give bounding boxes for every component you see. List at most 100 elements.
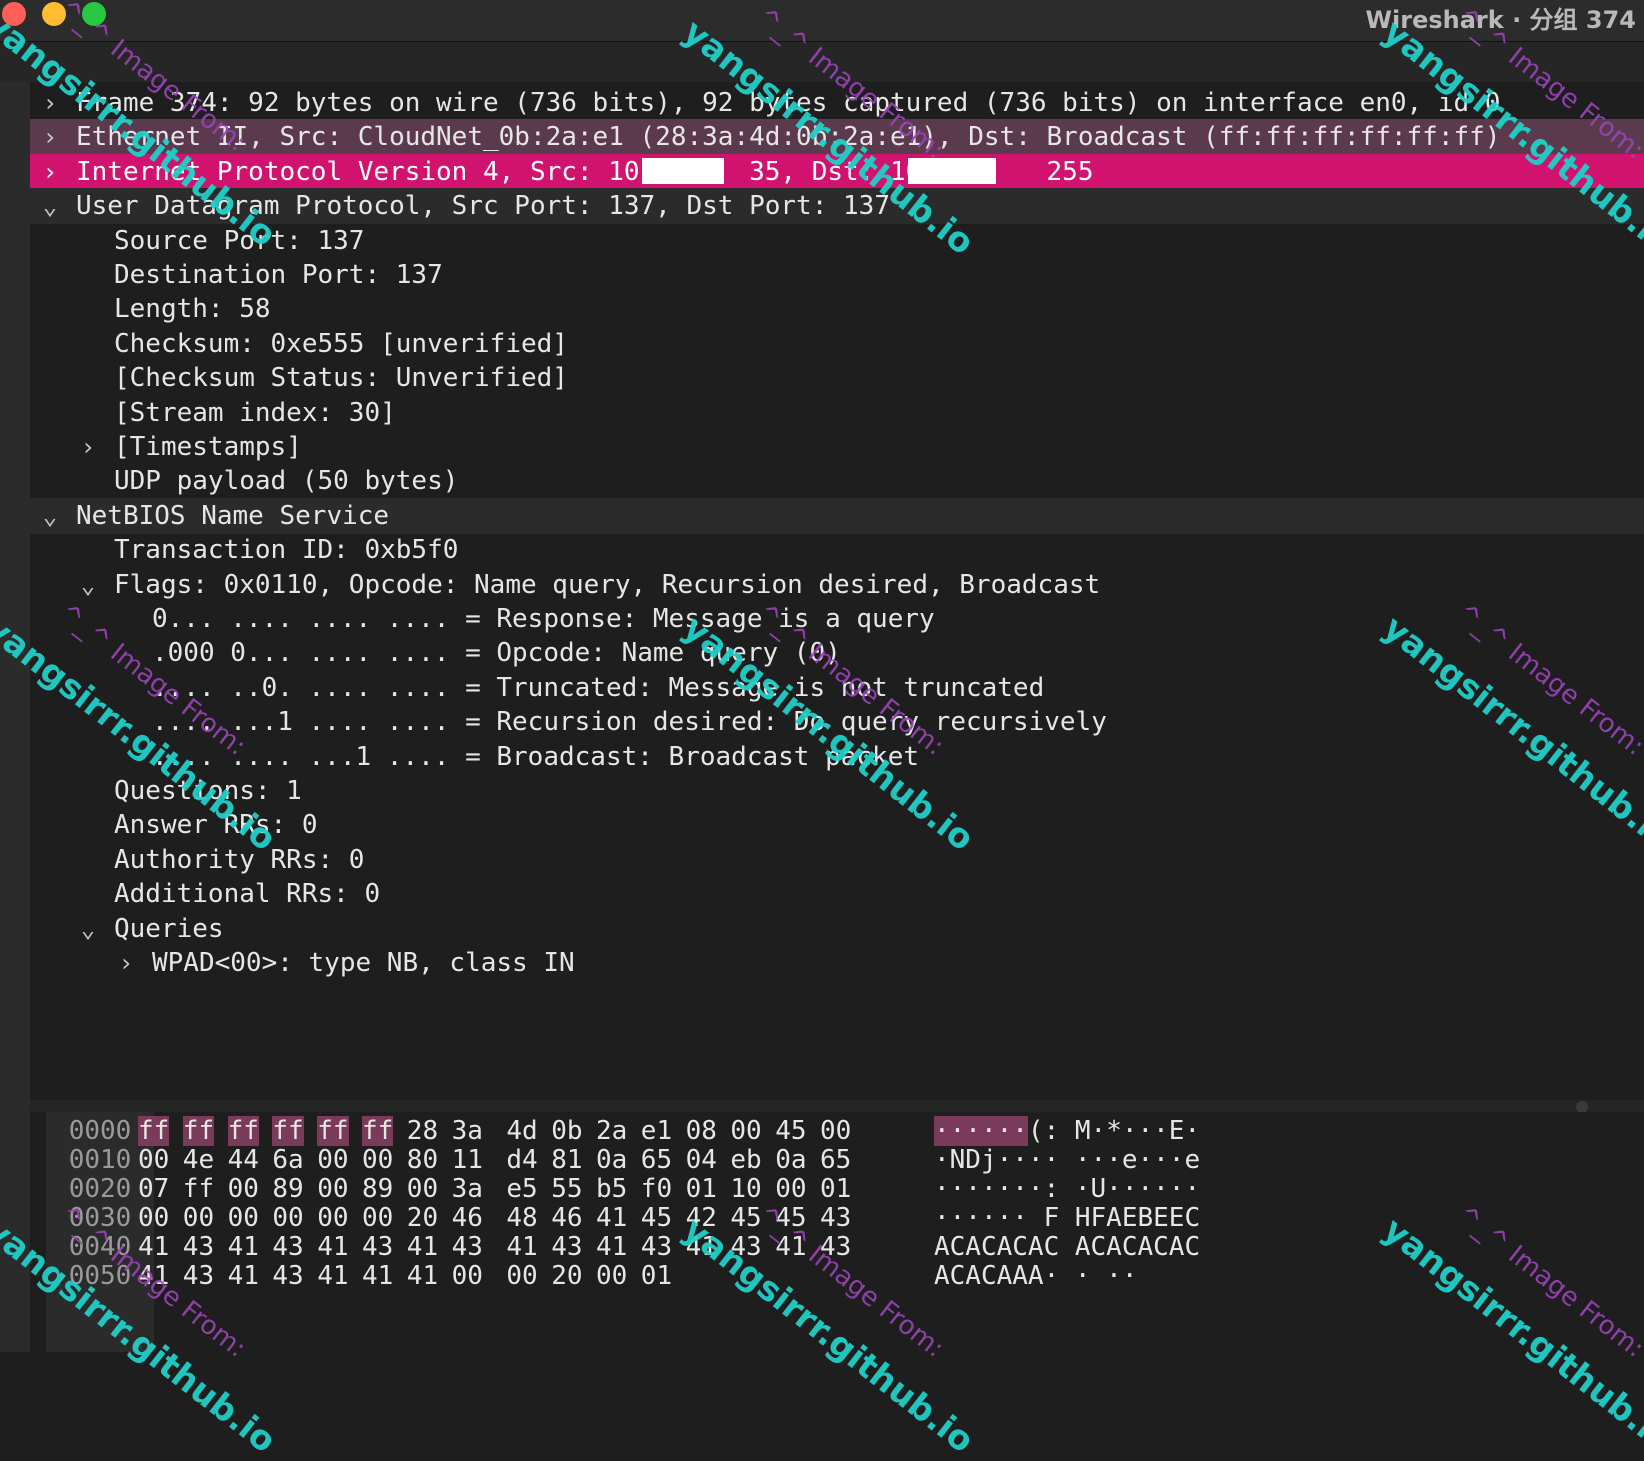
- hex-byte[interactable]: ff: [183, 1174, 214, 1204]
- tree-row[interactable]: Questions: 1: [30, 773, 1644, 809]
- tree-row[interactable]: › Frame 374: 92 bytes on wire (736 bits),…: [30, 85, 1644, 121]
- hex-byte[interactable]: 00: [317, 1145, 348, 1175]
- hex-byte[interactable]: 89: [362, 1174, 393, 1204]
- hex-byte[interactable]: d4: [506, 1145, 537, 1175]
- tree-row[interactable]: › WPAD<00>: type NB, class IN: [30, 945, 1644, 981]
- tree-row[interactable]: ⌄ Flags: 0x0110, Opcode: Name query, Recu…: [30, 567, 1644, 603]
- hex-byte[interactable]: 00: [228, 1203, 259, 1233]
- hex-byte[interactable]: 10: [730, 1174, 761, 1204]
- tree-row[interactable]: Length: 58: [30, 291, 1644, 327]
- hex-byte[interactable]: 00: [138, 1203, 169, 1233]
- hex-ascii[interactable]: ACACACAC ACACACAC: [934, 1232, 1200, 1262]
- hex-byte[interactable]: 00: [730, 1116, 761, 1146]
- hex-byte[interactable]: 41: [775, 1232, 806, 1262]
- close-window-button[interactable]: [2, 2, 26, 26]
- hex-byte[interactable]: e1: [641, 1116, 672, 1146]
- hex-byte[interactable]: eb: [730, 1145, 761, 1175]
- hex-byte[interactable]: 0a: [596, 1145, 627, 1175]
- hex-byte[interactable]: 43: [183, 1261, 214, 1291]
- hex-byte[interactable]: 00: [362, 1145, 393, 1175]
- hex-byte[interactable]: 45: [641, 1203, 672, 1233]
- hex-byte[interactable]: 43: [272, 1261, 303, 1291]
- hex-byte[interactable]: 43: [183, 1232, 214, 1262]
- hex-byte[interactable]: 11: [452, 1145, 483, 1175]
- hex-ascii[interactable]: ·NDj···· ···e···e: [934, 1145, 1200, 1175]
- hex-byte[interactable]: 01: [641, 1261, 672, 1291]
- hex-byte[interactable]: 00: [775, 1174, 806, 1204]
- hex-byte[interactable]: 89: [272, 1174, 303, 1204]
- tree-row[interactable]: ⌄ User Datagram Protocol, Src Port: 137, …: [30, 188, 1644, 225]
- hex-byte[interactable]: 00: [506, 1261, 537, 1291]
- hex-byte[interactable]: 00: [183, 1203, 214, 1233]
- expand-chevron-icon[interactable]: ›: [112, 945, 140, 981]
- hex-byte[interactable]: 00: [317, 1174, 348, 1204]
- tree-row[interactable]: › Ethernet II, Src: CloudNet_0b:2a:e1 (28…: [30, 119, 1644, 156]
- zoom-window-button[interactable]: [82, 2, 106, 26]
- hex-byte[interactable]: 0a: [775, 1145, 806, 1175]
- tree-row[interactable]: UDP payload (50 bytes): [30, 463, 1644, 499]
- hex-byte[interactable]: 80: [407, 1145, 438, 1175]
- hex-byte[interactable]: 45: [775, 1203, 806, 1233]
- hex-byte[interactable]: 41: [317, 1232, 348, 1262]
- hex-byte[interactable]: 08: [686, 1116, 717, 1146]
- hex-byte[interactable]: 28: [407, 1116, 438, 1146]
- hex-byte[interactable]: 20: [551, 1261, 582, 1291]
- hex-byte[interactable]: 46: [551, 1203, 582, 1233]
- packet-bytes-pane[interactable]: 0000 ff ff ff ff ff ff 28 3a 4d 0b 2a e1 08 00 45 00 ····…: [30, 1112, 1644, 1352]
- hex-byte[interactable]: 81: [551, 1145, 582, 1175]
- expand-chevron-icon[interactable]: ›: [36, 154, 64, 190]
- hex-byte[interactable]: 65: [820, 1145, 851, 1175]
- hex-byte[interactable]: 00: [138, 1145, 169, 1175]
- hex-byte[interactable]: 41: [138, 1261, 169, 1291]
- hex-byte[interactable]: 43: [272, 1232, 303, 1262]
- hex-byte[interactable]: 07: [138, 1174, 169, 1204]
- collapse-chevron-icon[interactable]: ⌄: [74, 911, 102, 947]
- hex-byte[interactable]: 20: [407, 1203, 438, 1233]
- tree-row[interactable]: Destination Port: 137: [30, 257, 1644, 293]
- hex-byte[interactable]: 01: [686, 1174, 717, 1204]
- hex-byte[interactable]: 00: [407, 1174, 438, 1204]
- hex-byte[interactable]: ff: [272, 1116, 304, 1146]
- tree-row[interactable]: Checksum: 0xe555 [unverified]: [30, 326, 1644, 362]
- hex-byte[interactable]: 41: [138, 1232, 169, 1262]
- hex-byte[interactable]: 43: [362, 1232, 393, 1262]
- hex-byte[interactable]: 43: [551, 1232, 582, 1262]
- packet-details-tree[interactable]: › Frame 374: 92 bytes on wire (736 bits),…: [30, 85, 1644, 1100]
- hex-byte[interactable]: 48: [506, 1203, 537, 1233]
- hex-byte[interactable]: 00: [452, 1261, 483, 1291]
- tree-row[interactable]: Transaction ID: 0xb5f0: [30, 532, 1644, 568]
- hex-byte[interactable]: 41: [596, 1232, 627, 1262]
- hex-ascii[interactable]: ······ F HFAEBEEC: [934, 1203, 1200, 1233]
- tree-row[interactable]: Additional RRs: 0: [30, 876, 1644, 912]
- hex-byte[interactable]: 44: [228, 1145, 259, 1175]
- hex-byte[interactable]: 42: [686, 1203, 717, 1233]
- hex-byte[interactable]: 45: [775, 1116, 806, 1146]
- tree-row[interactable]: › Internet Protocol Version 4, Src: 10. 3…: [30, 153, 1644, 190]
- hex-byte[interactable]: f0: [641, 1174, 672, 1204]
- pane-splitter[interactable]: [30, 1100, 1644, 1112]
- hex-byte[interactable]: 41: [317, 1261, 348, 1291]
- collapse-chevron-icon[interactable]: ⌄: [74, 567, 102, 603]
- hex-byte[interactable]: 43: [641, 1232, 672, 1262]
- hex-ascii[interactable]: ACACAAA· · ··: [934, 1261, 1138, 1291]
- hex-byte[interactable]: 01: [820, 1174, 851, 1204]
- tree-row[interactable]: .000 0... .... .... = Opcode: Name query…: [30, 635, 1644, 671]
- hex-byte[interactable]: ff: [362, 1116, 394, 1146]
- collapse-chevron-icon[interactable]: ⌄: [36, 498, 64, 534]
- expand-chevron-icon[interactable]: ›: [74, 429, 102, 465]
- hex-byte[interactable]: 41: [596, 1203, 627, 1233]
- hex-ascii[interactable]: ······(: M·*···E·: [934, 1116, 1200, 1146]
- expand-chevron-icon[interactable]: ›: [36, 85, 64, 121]
- hex-byte[interactable]: 00: [362, 1203, 393, 1233]
- tree-row[interactable]: ⌄ NetBIOS Name Service: [30, 497, 1644, 534]
- tree-row[interactable]: .... ..0. .... .... = Truncated: Message…: [30, 670, 1644, 706]
- hex-byte[interactable]: 55: [551, 1174, 582, 1204]
- tree-row[interactable]: Answer RRs: 0: [30, 807, 1644, 843]
- tree-row[interactable]: 0... .... .... .... = Response: Message …: [30, 601, 1644, 637]
- hex-byte[interactable]: 41: [228, 1261, 259, 1291]
- hex-byte[interactable]: 41: [686, 1232, 717, 1262]
- hex-byte[interactable]: 43: [730, 1232, 761, 1262]
- hex-byte[interactable]: 00: [228, 1174, 259, 1204]
- expand-chevron-icon[interactable]: ›: [36, 119, 64, 155]
- hex-byte[interactable]: 00: [596, 1261, 627, 1291]
